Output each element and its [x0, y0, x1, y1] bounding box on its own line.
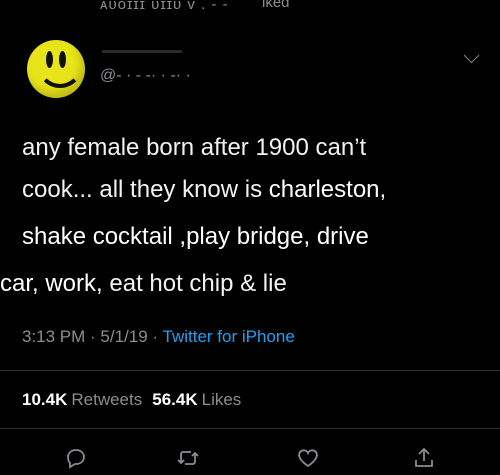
divider-bottom	[0, 428, 500, 429]
liked-by-line: ᴀᴜᴏɪɪɪ ᴜɪɪᴜ ᴠ . - - iked	[0, 0, 500, 13]
tweet-line-1: any female born after 1900 can’t	[22, 128, 366, 168]
tweet-line-4: car, work, eat hot chip & lie	[0, 264, 287, 304]
tweet-meta: 3:13 PM · 5/1/19 · Twitter for iPhone	[22, 327, 295, 347]
tweet-time: 3:13 PM	[22, 327, 86, 346]
likes-stat[interactable]: 56.4K Likes	[152, 390, 241, 409]
tweet-line-4-b: ,	[96, 270, 103, 297]
user-handle[interactable]: @- · - -· · -· ·	[100, 67, 191, 85]
retweets-label: Retweets	[71, 390, 143, 409]
retweets-count: 10.4K	[22, 390, 68, 409]
reply-icon[interactable]	[64, 446, 88, 470]
meta-separator-1: ·	[85, 327, 101, 346]
tweet-date: 5/1/19	[100, 327, 148, 346]
tweet-line-1-b: 00	[282, 134, 309, 161]
tweet-line-2-b: charleston	[268, 176, 380, 203]
share-icon[interactable]	[412, 446, 436, 470]
avatar[interactable]	[27, 40, 85, 98]
tweet-line-1-c: can’t	[308, 134, 367, 161]
tweet-line-4-c: eat hot chip & lie	[102, 270, 287, 297]
tweet-line-4-a: car, work	[0, 270, 97, 297]
tweet-line-3-a: shake cocktail	[22, 223, 173, 250]
tweet-stats: 10.4K Retweets 56.4K Likes	[22, 390, 241, 410]
retweets-stat[interactable]: 10.4K Retweets	[22, 390, 142, 409]
liked-label: iked	[262, 0, 290, 11]
display-name-redacted[interactable]	[102, 50, 182, 53]
meta-separator-2: ·	[147, 327, 163, 346]
chevron-down-icon[interactable]	[463, 47, 480, 64]
tweet-line-3: shake cocktail ,play bridge, drive	[22, 217, 369, 257]
tweet-line-2-c: ,	[379, 176, 387, 203]
retweet-icon[interactable]	[176, 446, 200, 470]
likes-label: Likes	[201, 390, 242, 409]
tweet-line-1-a: any female born after 19	[22, 134, 283, 161]
likes-count: 56.4K	[152, 390, 198, 409]
tweet-actions	[0, 442, 500, 474]
avatar-mouth	[37, 62, 83, 88]
tweet-line-2-a: cook... all they know is	[22, 176, 269, 203]
tweet-text: any female born after 1900 can’t cook...…	[0, 128, 500, 308]
tweet-source-link[interactable]: Twitter for iPhone	[163, 327, 295, 346]
like-icon[interactable]	[296, 446, 320, 470]
liked-by-names: ᴀᴜᴏɪɪɪ ᴜɪɪᴜ ᴠ . - -	[100, 0, 229, 13]
tweet-line-3-b: ,play bridge, drive	[172, 223, 369, 250]
tweet-line-2: cook... all they know is charleston,	[22, 170, 386, 210]
divider-top	[0, 370, 500, 371]
